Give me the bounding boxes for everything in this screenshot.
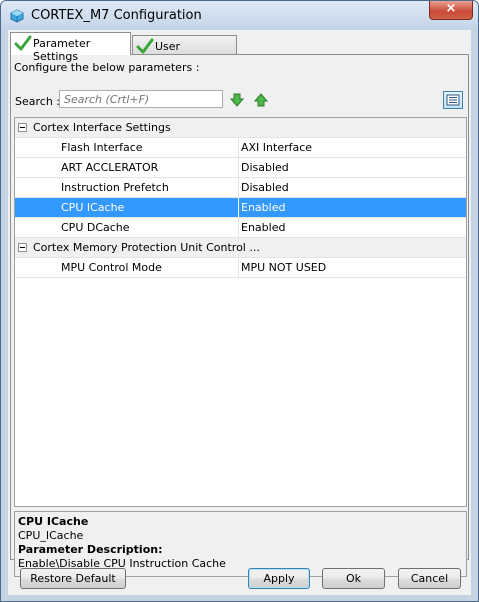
window-title: CORTEX_M7 Configuration (31, 8, 202, 23)
param-value[interactable]: AXI Interface (238, 138, 466, 157)
cube-icon (10, 9, 24, 23)
description-heading: Parameter Description: (18, 543, 163, 556)
cancel-button[interactable]: Cancel (398, 568, 461, 589)
param-name: ART ACCLERATOR (61, 161, 159, 174)
param-name: MPU Control Mode (61, 261, 162, 274)
collapse-icon[interactable] (18, 243, 27, 252)
tab-parameter-settings[interactable]: Parameter Settings (10, 32, 131, 63)
close-button[interactable]: × (429, 1, 473, 20)
ok-button[interactable]: Ok (322, 568, 385, 589)
arrow-up-icon[interactable] (253, 92, 269, 108)
search-label: Search : (15, 95, 60, 108)
param-row-cpu-icache[interactable]: CPU ICache Enabled (15, 198, 466, 218)
tab-label: Parameter Settings (33, 37, 91, 63)
title-bar: CORTEX_M7 Configuration × (1, 1, 478, 30)
param-value[interactable]: Disabled (238, 158, 466, 177)
checkmark-icon (136, 38, 154, 54)
param-value[interactable]: Enabled (238, 218, 466, 237)
param-value[interactable]: MPU NOT USED (238, 258, 466, 277)
param-row-mpu-control-mode[interactable]: MPU Control Mode MPU NOT USED (15, 258, 466, 278)
param-row-cpu-dcache[interactable]: CPU DCache Enabled (15, 218, 466, 238)
param-row-flash-interface[interactable]: Flash Interface AXI Interface (15, 138, 466, 158)
list-view-button[interactable] (443, 91, 463, 109)
list-icon (446, 94, 460, 106)
collapse-icon[interactable] (18, 123, 27, 132)
configuration-window: CORTEX_M7 Configuration × Parameter Sett… (0, 0, 479, 602)
group-row-cortex-interface[interactable]: Cortex Interface Settings (15, 118, 466, 138)
dialog-body: Parameter Settings User Constants Config… (8, 30, 471, 595)
restore-default-button[interactable]: Restore Default (20, 568, 126, 589)
param-row-instruction-prefetch[interactable]: Instruction Prefetch Disabled (15, 178, 466, 198)
param-name: Instruction Prefetch (61, 181, 169, 194)
param-row-art-accelerator[interactable]: ART ACCLERATOR Disabled (15, 158, 466, 178)
description-id: CPU_ICache (18, 529, 84, 542)
apply-button[interactable]: Apply (248, 568, 310, 589)
parameter-tree-table: Cortex Interface Settings Flash Interfac… (14, 117, 467, 507)
param-name: Flash Interface (61, 141, 143, 154)
param-name: CPU DCache (61, 221, 130, 234)
group-label: Cortex Memory Protection Unit Control ..… (33, 241, 260, 254)
param-name: CPU ICache (61, 201, 125, 214)
close-icon: × (445, 1, 457, 16)
checkmark-icon (14, 35, 32, 51)
arrow-down-icon[interactable] (229, 92, 245, 108)
group-row-cortex-mpu[interactable]: Cortex Memory Protection Unit Control ..… (15, 238, 466, 258)
search-input[interactable] (59, 90, 223, 108)
param-value[interactable]: Disabled (238, 178, 466, 197)
group-label: Cortex Interface Settings (33, 121, 171, 134)
tab-user-constants[interactable]: User Constants (132, 35, 237, 66)
description-title: CPU ICache (18, 515, 89, 528)
param-value[interactable]: Enabled (238, 198, 466, 217)
parameter-settings-panel: Configure the below parameters : Search … (10, 54, 469, 577)
